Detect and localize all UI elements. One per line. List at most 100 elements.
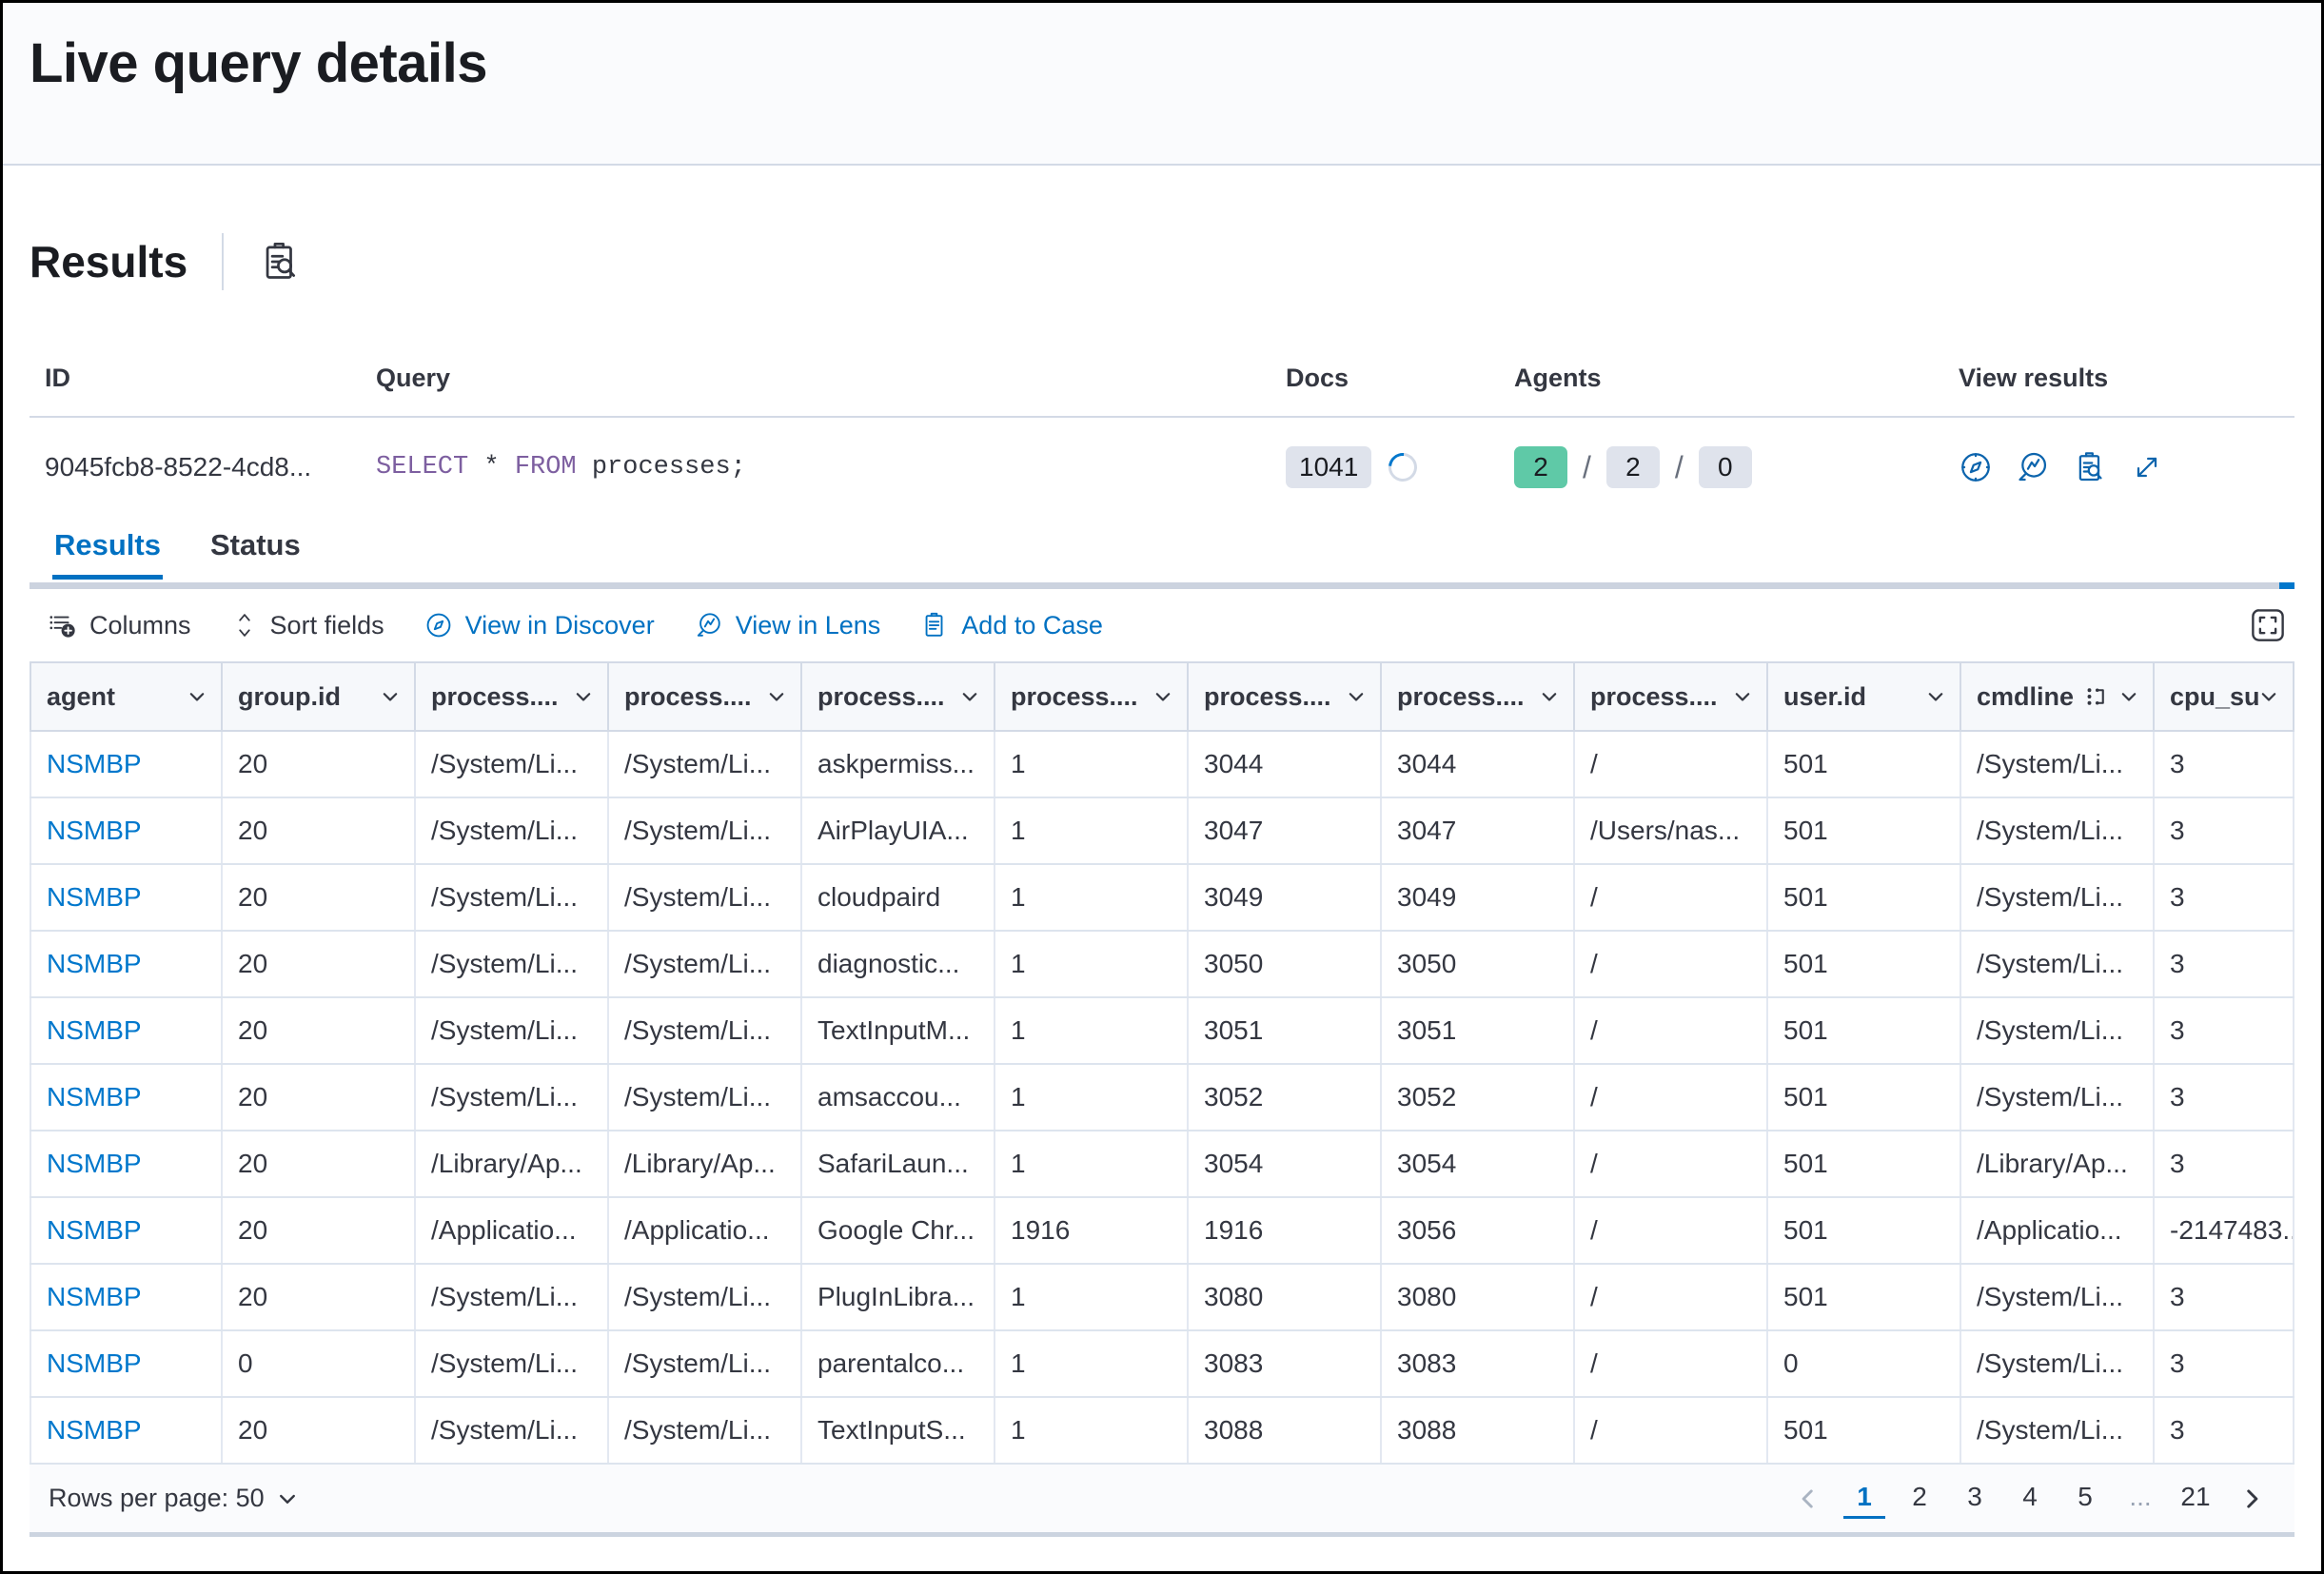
grid-cell[interactable]: 20: [223, 1398, 416, 1463]
grid-cell[interactable]: /: [1575, 1398, 1768, 1463]
grid-cell[interactable]: 20: [223, 732, 416, 797]
grid-cell[interactable]: 1: [995, 1065, 1189, 1130]
grid-cell[interactable]: /System/Li...: [1961, 798, 2155, 863]
grid-cell[interactable]: /Library/Ap...: [1961, 1131, 2155, 1196]
chevron-down-icon[interactable]: [1539, 686, 1560, 707]
grid-cell[interactable]: /System/Li...: [1961, 1065, 2155, 1130]
columns-button[interactable]: Columns: [49, 611, 191, 640]
agent-link-cell[interactable]: NSMBP: [30, 1331, 223, 1396]
grid-cell[interactable]: 1: [995, 1331, 1189, 1396]
grid-cell[interactable]: /System/Li...: [1961, 732, 2155, 797]
tab-status[interactable]: Status: [208, 521, 303, 580]
grid-cell[interactable]: /Users/nas...: [1575, 798, 1768, 863]
grid-cell[interactable]: 3: [2155, 1331, 2294, 1396]
grid-cell[interactable]: 1: [995, 932, 1189, 996]
grid-cell[interactable]: 3044: [1382, 732, 1575, 797]
column-header[interactable]: process....: [995, 663, 1189, 732]
grid-cell[interactable]: 3: [2155, 732, 2294, 797]
grid-cell[interactable]: PlugInLibra...: [802, 1265, 995, 1329]
grid-cell[interactable]: /System/Li...: [416, 998, 609, 1063]
grid-cell[interactable]: 3: [2155, 1398, 2294, 1463]
grid-cell[interactable]: /: [1575, 865, 1768, 930]
grid-cell[interactable]: 3088: [1189, 1398, 1382, 1463]
grid-cell[interactable]: /System/Li...: [416, 1065, 609, 1130]
grid-cell[interactable]: /: [1575, 732, 1768, 797]
add-to-case-icon[interactable]: [2073, 450, 2107, 484]
grid-cell[interactable]: 3051: [1189, 998, 1382, 1063]
grid-cell[interactable]: 3: [2155, 798, 2294, 863]
grid-cell[interactable]: 501: [1768, 865, 1961, 930]
grid-cell[interactable]: /System/Li...: [1961, 932, 2155, 996]
grid-cell[interactable]: amsaccou...: [802, 1065, 995, 1130]
grid-cell[interactable]: /Library/Ap...: [609, 1131, 802, 1196]
grid-cell[interactable]: /: [1575, 1198, 1768, 1263]
grid-cell[interactable]: /System/Li...: [609, 998, 802, 1063]
tab-results[interactable]: Results: [52, 521, 163, 580]
column-header[interactable]: process....: [1382, 663, 1575, 732]
grid-cell[interactable]: 3049: [1189, 865, 1382, 930]
grid-cell[interactable]: /: [1575, 1131, 1768, 1196]
grid-cell[interactable]: parentalco...: [802, 1331, 995, 1396]
add-to-case-button[interactable]: Add to Case: [920, 611, 1103, 640]
grid-cell[interactable]: /System/Li...: [416, 1331, 609, 1396]
view-in-discover-button[interactable]: View in Discover: [424, 611, 655, 640]
view-in-discover-icon[interactable]: [1959, 450, 1993, 484]
grid-cell[interactable]: askpermiss...: [802, 732, 995, 797]
grid-cell[interactable]: 3052: [1382, 1065, 1575, 1130]
grid-cell[interactable]: /System/Li...: [609, 1331, 802, 1396]
grid-cell[interactable]: /System/Li...: [416, 932, 609, 996]
grid-cell[interactable]: /Library/Ap...: [416, 1131, 609, 1196]
column-header[interactable]: group.id: [223, 663, 416, 732]
grid-cell[interactable]: 1916: [1189, 1198, 1382, 1263]
grid-cell[interactable]: 20: [223, 998, 416, 1063]
column-header[interactable]: process....: [1575, 663, 1768, 732]
grid-cell[interactable]: 3050: [1189, 932, 1382, 996]
grid-cell[interactable]: 501: [1768, 798, 1961, 863]
grid-cell[interactable]: 3083: [1382, 1331, 1575, 1396]
page-number[interactable]: 5: [2064, 1478, 2106, 1519]
grid-cell[interactable]: 501: [1768, 1131, 1961, 1196]
column-header[interactable]: process....: [609, 663, 802, 732]
grid-cell[interactable]: 20: [223, 1265, 416, 1329]
open-results-icon[interactable]: [2130, 450, 2164, 484]
grid-cell[interactable]: 20: [223, 798, 416, 863]
grid-cell[interactable]: /System/Li...: [609, 1265, 802, 1329]
agent-link-cell[interactable]: NSMBP: [30, 1198, 223, 1263]
grid-cell[interactable]: /: [1575, 1265, 1768, 1329]
grid-cell[interactable]: 20: [223, 1065, 416, 1130]
grid-cell[interactable]: 3088: [1382, 1398, 1575, 1463]
column-header[interactable]: cmdline: [1961, 663, 2155, 732]
column-header[interactable]: user.id: [1768, 663, 1961, 732]
agent-link-cell[interactable]: NSMBP: [30, 1398, 223, 1463]
agent-link-cell[interactable]: NSMBP: [30, 1265, 223, 1329]
chevron-down-icon[interactable]: [1925, 686, 1946, 707]
chevron-down-icon[interactable]: [573, 686, 594, 707]
view-in-lens-icon[interactable]: [2016, 450, 2050, 484]
grid-cell[interactable]: /System/Li...: [416, 1398, 609, 1463]
grid-cell[interactable]: 1: [995, 998, 1189, 1063]
grid-cell[interactable]: 3054: [1189, 1131, 1382, 1196]
grid-cell[interactable]: /Applicatio...: [609, 1198, 802, 1263]
grid-cell[interactable]: 3: [2155, 998, 2294, 1063]
grid-cell[interactable]: /System/Li...: [416, 1265, 609, 1329]
grid-cell[interactable]: /Applicatio...: [416, 1198, 609, 1263]
grid-cell[interactable]: 1: [995, 732, 1189, 797]
sort-fields-button[interactable]: Sort fields: [231, 611, 384, 640]
grid-cell[interactable]: 3080: [1382, 1265, 1575, 1329]
grid-cell[interactable]: 3047: [1189, 798, 1382, 863]
chevron-down-icon[interactable]: [2118, 686, 2139, 707]
grid-cell[interactable]: TextInputM...: [802, 998, 995, 1063]
grid-cell[interactable]: 501: [1768, 932, 1961, 996]
grid-cell[interactable]: 3056: [1382, 1198, 1575, 1263]
grid-cell[interactable]: 501: [1768, 1065, 1961, 1130]
grid-cell[interactable]: 20: [223, 865, 416, 930]
grid-cell[interactable]: 501: [1768, 1398, 1961, 1463]
grid-cell[interactable]: 3047: [1382, 798, 1575, 863]
grid-cell[interactable]: 3: [2155, 1131, 2294, 1196]
agent-link-cell[interactable]: NSMBP: [30, 1131, 223, 1196]
page-next-button[interactable]: [2230, 1486, 2274, 1511]
grid-cell[interactable]: /System/Li...: [416, 732, 609, 797]
grid-cell[interactable]: /System/Li...: [416, 798, 609, 863]
page-number[interactable]: 1: [1843, 1478, 1885, 1519]
page-number[interactable]: 21: [2175, 1478, 2216, 1519]
